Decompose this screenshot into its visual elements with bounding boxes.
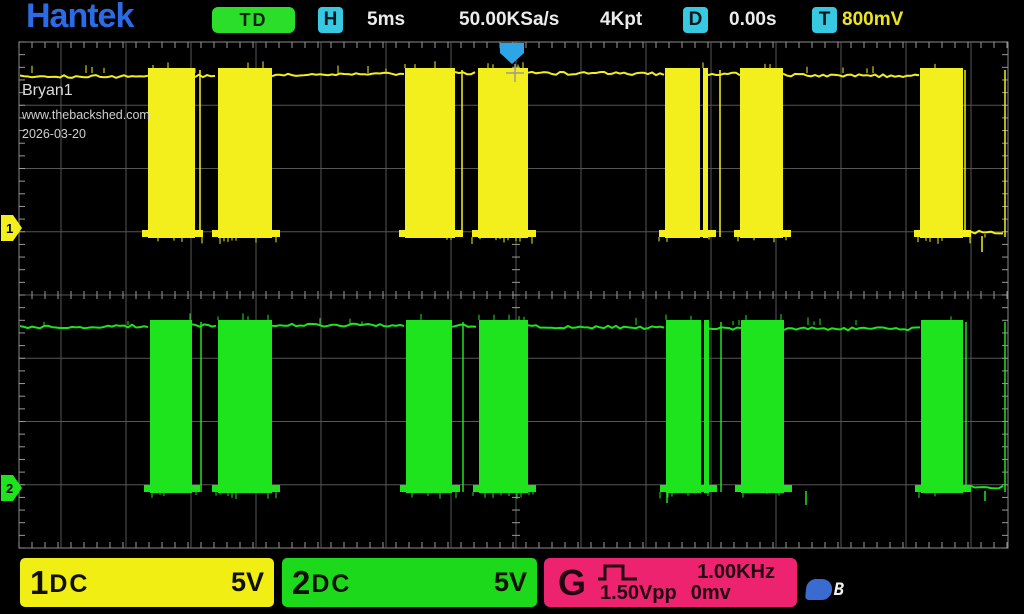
overlay-date: 2026-03-20: [22, 127, 150, 141]
channel2-badge[interactable]: 2 DC 5V: [282, 558, 537, 607]
bottom-status-bar: 1 DC 5V 2 DC 5V G 1.00KHz 1.50Vpp 0mv: [0, 553, 1024, 614]
generator-info: 1.00KHz 1.50Vpp 0mv: [596, 562, 789, 604]
generator-label: G: [558, 562, 586, 604]
ch2-trace: [20, 313, 1005, 505]
channel1-badge[interactable]: 1 DC 5V: [20, 558, 274, 607]
svg-text:2: 2: [6, 481, 13, 496]
ch1-trace: [20, 61, 1005, 252]
scope-display: 12: [0, 0, 1024, 614]
channel1-number: 1: [30, 564, 48, 602]
usb-status: B: [806, 579, 844, 600]
channel2-coupling: DC: [311, 570, 351, 599]
channel2-number: 2: [292, 564, 310, 602]
generator-offset: 0mv: [691, 583, 731, 604]
square-wave-icon: [596, 562, 640, 582]
channel1-coupling: DC: [49, 570, 89, 599]
overlay-website: www.thebackshed.com: [22, 108, 150, 122]
trigger-position-marker[interactable]: [500, 43, 524, 64]
generator-frequency: 1.00KHz: [697, 562, 775, 583]
overlay-username: Bryan1: [22, 82, 150, 100]
usb-label: B: [834, 580, 844, 600]
user-overlay: Bryan1 www.thebackshed.com 2026-03-20: [22, 82, 150, 141]
channel2-scale: 5V: [494, 567, 527, 598]
channel1-scale: 5V: [231, 567, 264, 598]
generator-amplitude: 1.50Vpp: [600, 583, 677, 604]
generator-badge[interactable]: G 1.00KHz 1.50Vpp 0mv: [544, 558, 797, 607]
oscilloscope-screen: Hantek TD H 5ms 50.00KSa/s 4Kpt D 0.00s …: [0, 0, 1024, 614]
svg-text:1: 1: [6, 221, 13, 236]
usb-device-icon: [805, 579, 833, 600]
